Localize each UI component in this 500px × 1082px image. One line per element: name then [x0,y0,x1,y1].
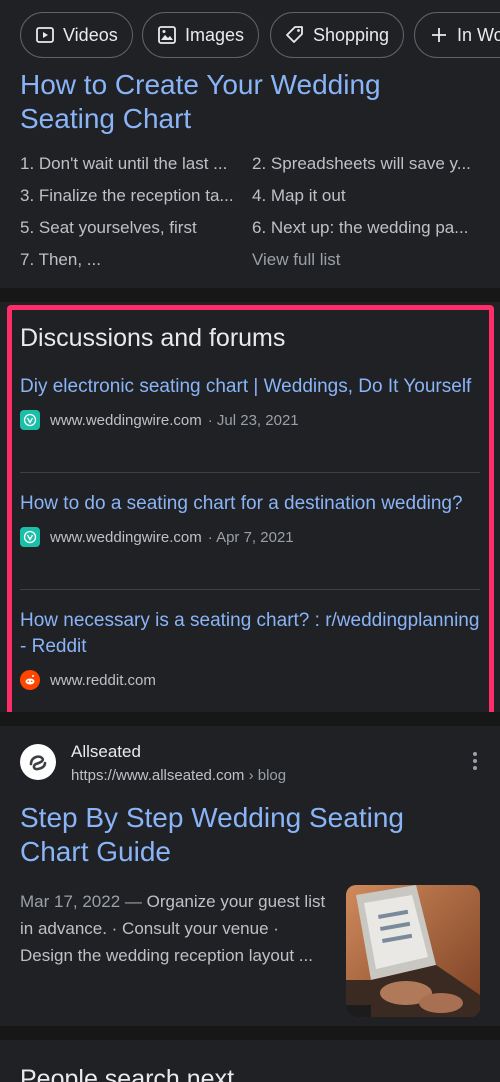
chip-label: Images [185,24,245,45]
chip-images[interactable]: Images [142,12,260,58]
people-search-next-heading: People search next [20,1065,235,1082]
featured-snippet-card: How to Create Your Wedding Seating Chart… [0,60,500,288]
more-options-icon[interactable] [472,752,478,772]
step-item[interactable]: 7. Then, ... [20,250,242,270]
highlight-box [7,305,494,720]
result-date: Mar 17, 2022 — [20,892,142,911]
view-full-list-link[interactable]: View full list [252,250,474,270]
step-item[interactable]: 1. Don't wait until the last ... [20,154,242,174]
step-item[interactable]: 3. Finalize the reception ta... [20,186,242,206]
people-search-next-card: People search next [0,1040,500,1082]
plus-icon [432,28,446,42]
video-icon [36,27,54,43]
result-thumbnail-image[interactable] [346,885,480,1017]
step-item[interactable]: 5. Seat yourselves, first [20,218,242,238]
section-separator [0,288,500,302]
url-text: https://www.allseated.com [71,767,245,784]
site-name[interactable]: Allseated [71,742,141,762]
step-item[interactable]: 4. Map it out [252,186,474,206]
chip-label: Shopping [313,24,390,45]
chip-shopping[interactable]: Shopping [270,12,405,58]
featured-title-link[interactable]: How to Create Your Wedding Seating Chart [20,68,480,136]
result-title-link[interactable]: Step By Step Wedding Seating Chart Guide [20,801,480,869]
site-url[interactable]: https://www.allseated.com › blog [71,767,286,784]
chip-videos[interactable]: Videos [20,12,133,58]
tag-icon [286,26,303,43]
step-item[interactable]: 2. Spreadsheets will save y... [252,154,474,174]
search-result: Allseated https://www.allseated.com › bl… [0,726,500,1026]
step-item[interactable]: 6. Next up: the wedding pa... [252,218,474,238]
url-breadcrumb: › blog [244,767,287,784]
image-icon [158,26,176,44]
section-separator [0,712,500,726]
chip-in-word[interactable]: In Wo [414,12,500,58]
chip-label: In Wo [457,24,500,45]
result-snippet: Mar 17, 2022 — Organize your guest list … [20,888,326,969]
allseated-logo-icon [20,744,56,780]
section-separator [0,1026,500,1040]
chip-label: Videos [63,24,118,45]
filter-chips: Videos Images Shopping In Wo [20,12,500,60]
